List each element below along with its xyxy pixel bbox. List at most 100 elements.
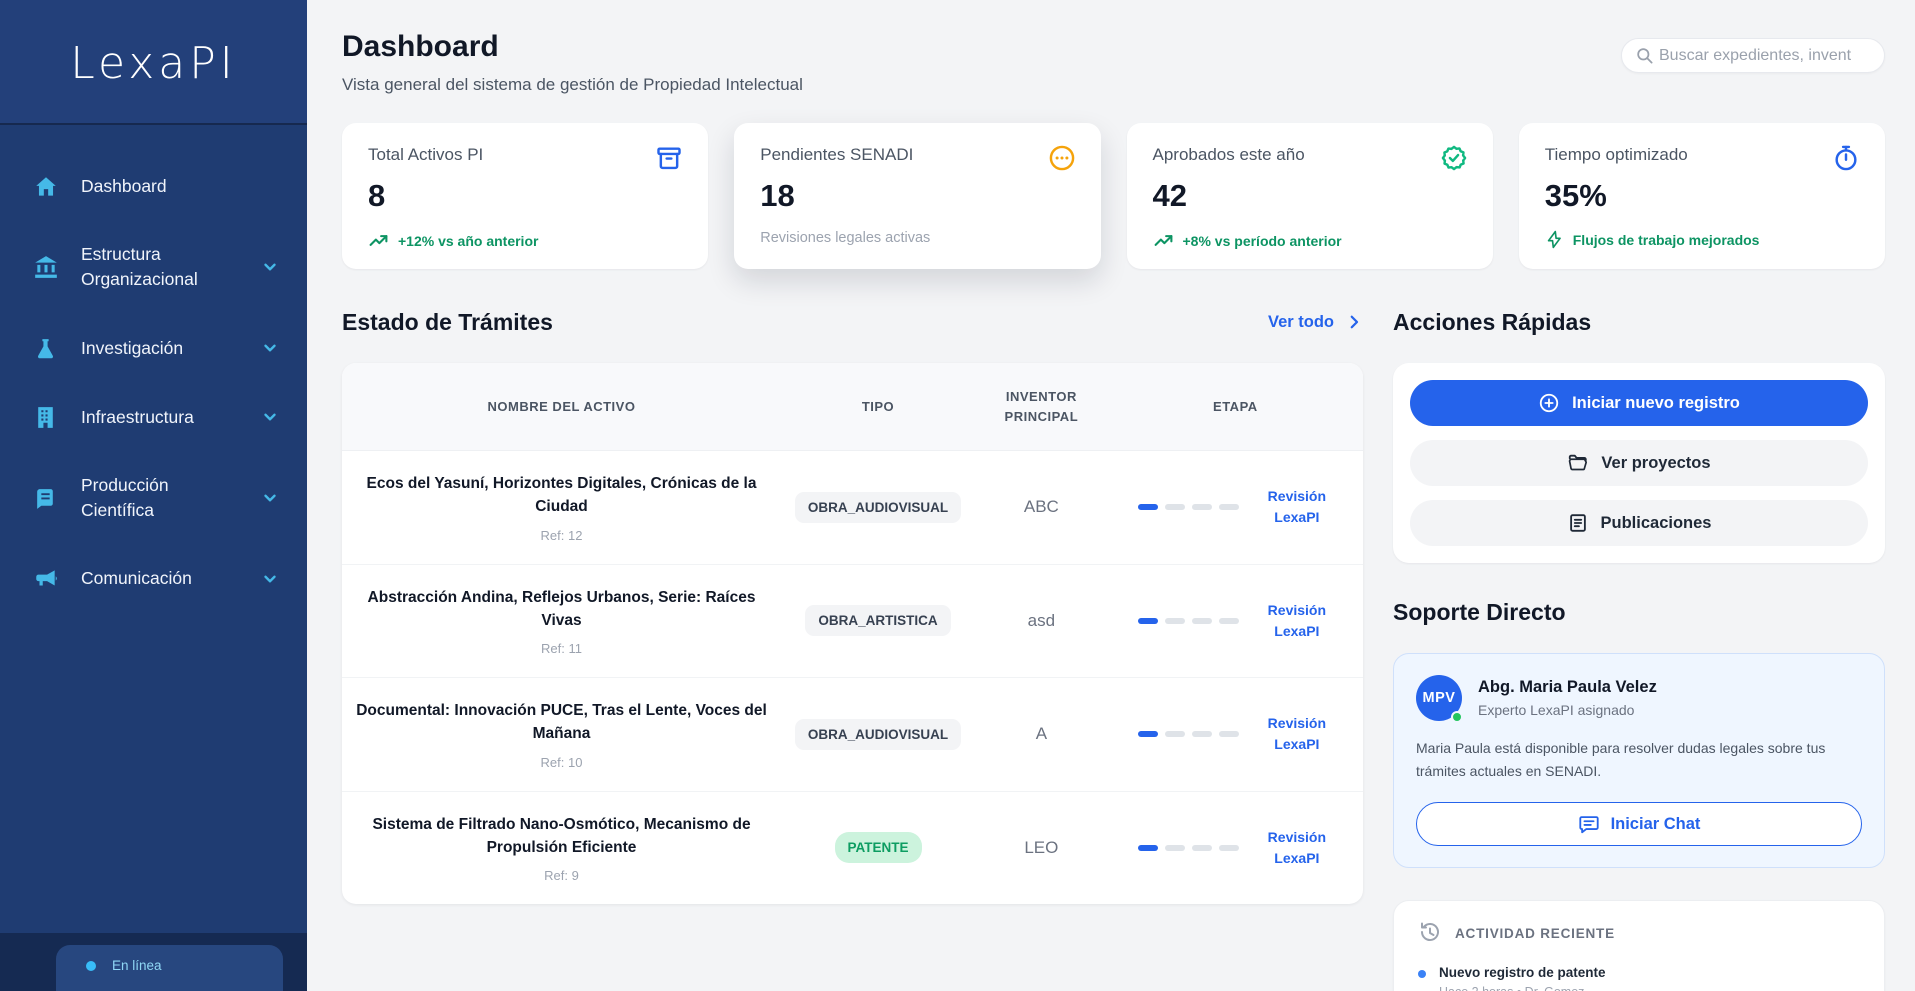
page-title: Dashboard xyxy=(342,30,803,64)
sidebar-item-estructura-organizacional[interactable]: Estructura Organizacional xyxy=(30,236,281,299)
tramites-table: NOMBRE DEL ACTIVO TIPO INVENTOR PRINCIPA… xyxy=(342,363,1363,904)
page-subtitle: Vista general del sistema de gestión de … xyxy=(342,75,803,95)
support-card: MPV Abg. Maria Paula Velez Experto LexaP… xyxy=(1393,653,1885,868)
stat-value: 18 xyxy=(760,178,1074,214)
asset-name: Ecos del Yasuní, Horizontes Digitales, C… xyxy=(354,472,769,519)
online-dot-icon xyxy=(86,961,96,971)
asset-ref: Ref: 12 xyxy=(354,528,769,543)
section-title-acciones: Acciones Rápidas xyxy=(1393,309,1591,336)
type-badge: PATENTE xyxy=(835,832,922,863)
stage-label[interactable]: Revisión LexaPI xyxy=(1261,827,1333,869)
online-status: En línea xyxy=(56,945,283,991)
activity-header: ACTIVIDAD RECIENTE xyxy=(1418,921,1860,945)
activity-title: ACTIVIDAD RECIENTE xyxy=(1455,926,1615,941)
support-role: Experto LexaPI asignado xyxy=(1478,702,1657,718)
stage-cell: Revisión LexaPI xyxy=(1120,600,1351,642)
sidebar-item-label: Producción Científica xyxy=(81,473,239,524)
tramites-table-card: NOMBRE DEL ACTIVO TIPO INVENTOR PRINCIPA… xyxy=(342,363,1363,904)
stat-value: 8 xyxy=(368,178,682,214)
app-logo: LexaPI xyxy=(10,38,297,89)
folder-open-icon xyxy=(1567,452,1589,474)
app-window: LexaPI Dashboard Estructura Organizacion… xyxy=(0,0,1915,991)
view-projects-button[interactable]: Ver proyectos xyxy=(1410,440,1868,486)
bank-icon xyxy=(32,254,59,281)
stat-value: 42 xyxy=(1153,178,1467,214)
stat-label: Total Activos PI xyxy=(368,145,682,165)
avatar: MPV xyxy=(1416,675,1462,721)
progress-bar xyxy=(1138,504,1239,510)
stage-cell: Revisión LexaPI xyxy=(1120,713,1351,755)
table-header-row: NOMBRE DEL ACTIVO TIPO INVENTOR PRINCIPA… xyxy=(342,363,1363,451)
document-icon xyxy=(1567,512,1589,534)
column-header-tipo: TIPO xyxy=(781,363,975,451)
table-row[interactable]: Ecos del Yasuní, Horizontes Digitales, C… xyxy=(342,451,1363,565)
support-person-info: Abg. Maria Paula Velez Experto LexaPI as… xyxy=(1478,678,1657,718)
sidebar-item-produccion-cientifica[interactable]: Producción Científica xyxy=(30,467,281,530)
search-box[interactable] xyxy=(1621,38,1885,73)
stat-label: Tiempo optimizado xyxy=(1545,145,1859,165)
table-row[interactable]: Sistema de Filtrado Nano-Osmótico, Mecan… xyxy=(342,791,1363,904)
stage-label[interactable]: Revisión LexaPI xyxy=(1261,486,1333,528)
section-title-soporte: Soporte Directo xyxy=(1393,599,1566,626)
asset-name: Abstracción Andina, Reflejos Urbanos, Se… xyxy=(354,586,769,633)
sidebar: LexaPI Dashboard Estructura Organizacion… xyxy=(0,0,307,991)
table-row[interactable]: Abstracción Andina, Reflejos Urbanos, Se… xyxy=(342,564,1363,678)
activity-item[interactable]: Nuevo registro de patente Hace 2 horas •… xyxy=(1418,965,1860,991)
home-icon xyxy=(32,173,59,200)
view-all-link[interactable]: Ver todo xyxy=(1268,313,1363,332)
sidebar-item-label: Estructura Organizacional xyxy=(81,242,239,293)
trend-up-icon xyxy=(368,230,389,251)
activity-dot-icon xyxy=(1418,970,1426,978)
chevron-down-icon xyxy=(261,570,279,588)
progress-bar xyxy=(1138,845,1239,851)
tramites-header: Estado de Trámites Ver todo xyxy=(342,305,1363,339)
stage-label[interactable]: Revisión LexaPI xyxy=(1261,600,1333,642)
table-row[interactable]: Documental: Innovación PUCE, Tras el Len… xyxy=(342,678,1363,792)
stat-card-aprobados[interactable]: Aprobados este año 42 +8% vs período ant… xyxy=(1127,123,1493,269)
support-name: Abg. Maria Paula Velez xyxy=(1478,678,1657,697)
sidebar-item-comunicacion[interactable]: Comunicación xyxy=(30,560,281,599)
sidebar-nav: Dashboard Estructura Organizacional Inve… xyxy=(0,125,307,609)
flask-icon xyxy=(32,335,59,362)
stat-card-total-activos[interactable]: Total Activos PI 8 +12% vs año anterior xyxy=(342,123,708,269)
chevron-down-icon xyxy=(261,489,279,507)
activity-item-title: Nuevo registro de patente xyxy=(1439,965,1606,980)
sidebar-item-infraestructura[interactable]: Infraestructura xyxy=(30,398,281,437)
topbar: Dashboard Vista general del sistema de g… xyxy=(342,30,1885,95)
section-title-tramites: Estado de Trámites xyxy=(342,309,553,336)
sidebar-item-label: Infraestructura xyxy=(81,405,194,430)
inventor-name: A xyxy=(1036,724,1047,743)
stat-card-pendientes-senadi[interactable]: Pendientes SENADI 18 Revisiones legales … xyxy=(734,123,1100,269)
chevron-down-icon xyxy=(261,258,279,276)
stage-cell: Revisión LexaPI xyxy=(1120,486,1351,528)
asset-ref: Ref: 9 xyxy=(354,868,769,883)
search-input[interactable] xyxy=(1659,47,1871,65)
quick-actions-header: Acciones Rápidas xyxy=(1393,305,1885,339)
plus-circle-icon xyxy=(1538,392,1560,414)
new-registration-button[interactable]: Iniciar nuevo registro xyxy=(1410,380,1868,426)
recent-activity-card: ACTIVIDAD RECIENTE Nuevo registro de pat… xyxy=(1393,900,1885,991)
stat-card-tiempo-optimizado[interactable]: Tiempo optimizado 35% Flujos de trabajo … xyxy=(1519,123,1885,269)
support-description: Maria Paula está disponible para resolve… xyxy=(1416,737,1862,783)
ellipsis-circle-icon xyxy=(1047,143,1077,173)
stage-label[interactable]: Revisión LexaPI xyxy=(1261,713,1333,755)
sidebar-item-investigacion[interactable]: Investigación xyxy=(30,329,281,368)
search-icon xyxy=(1635,46,1654,65)
main-content: Dashboard Vista general del sistema de g… xyxy=(307,0,1915,991)
inventor-name: LEO xyxy=(1024,838,1058,857)
history-icon xyxy=(1418,921,1442,945)
asset-name: Documental: Innovación PUCE, Tras el Len… xyxy=(354,699,769,746)
column-header-etapa: ETAPA xyxy=(1108,363,1363,451)
publications-button[interactable]: Publicaciones xyxy=(1410,500,1868,546)
sidebar-item-dashboard[interactable]: Dashboard xyxy=(30,167,281,206)
type-badge: OBRA_ARTISTICA xyxy=(805,605,950,636)
stat-label: Aprobados este año xyxy=(1153,145,1467,165)
stage-cell: Revisión LexaPI xyxy=(1120,827,1351,869)
inventor-name: asd xyxy=(1028,611,1055,630)
archive-icon xyxy=(654,143,684,173)
stat-trend: +8% vs período anterior xyxy=(1153,230,1467,251)
chat-icon xyxy=(1578,813,1600,835)
content-columns: Estado de Trámites Ver todo NOMBRE DEL A… xyxy=(342,305,1885,991)
start-chat-button[interactable]: Iniciar Chat xyxy=(1416,802,1862,846)
tramites-section: Estado de Trámites Ver todo NOMBRE DEL A… xyxy=(342,305,1363,991)
